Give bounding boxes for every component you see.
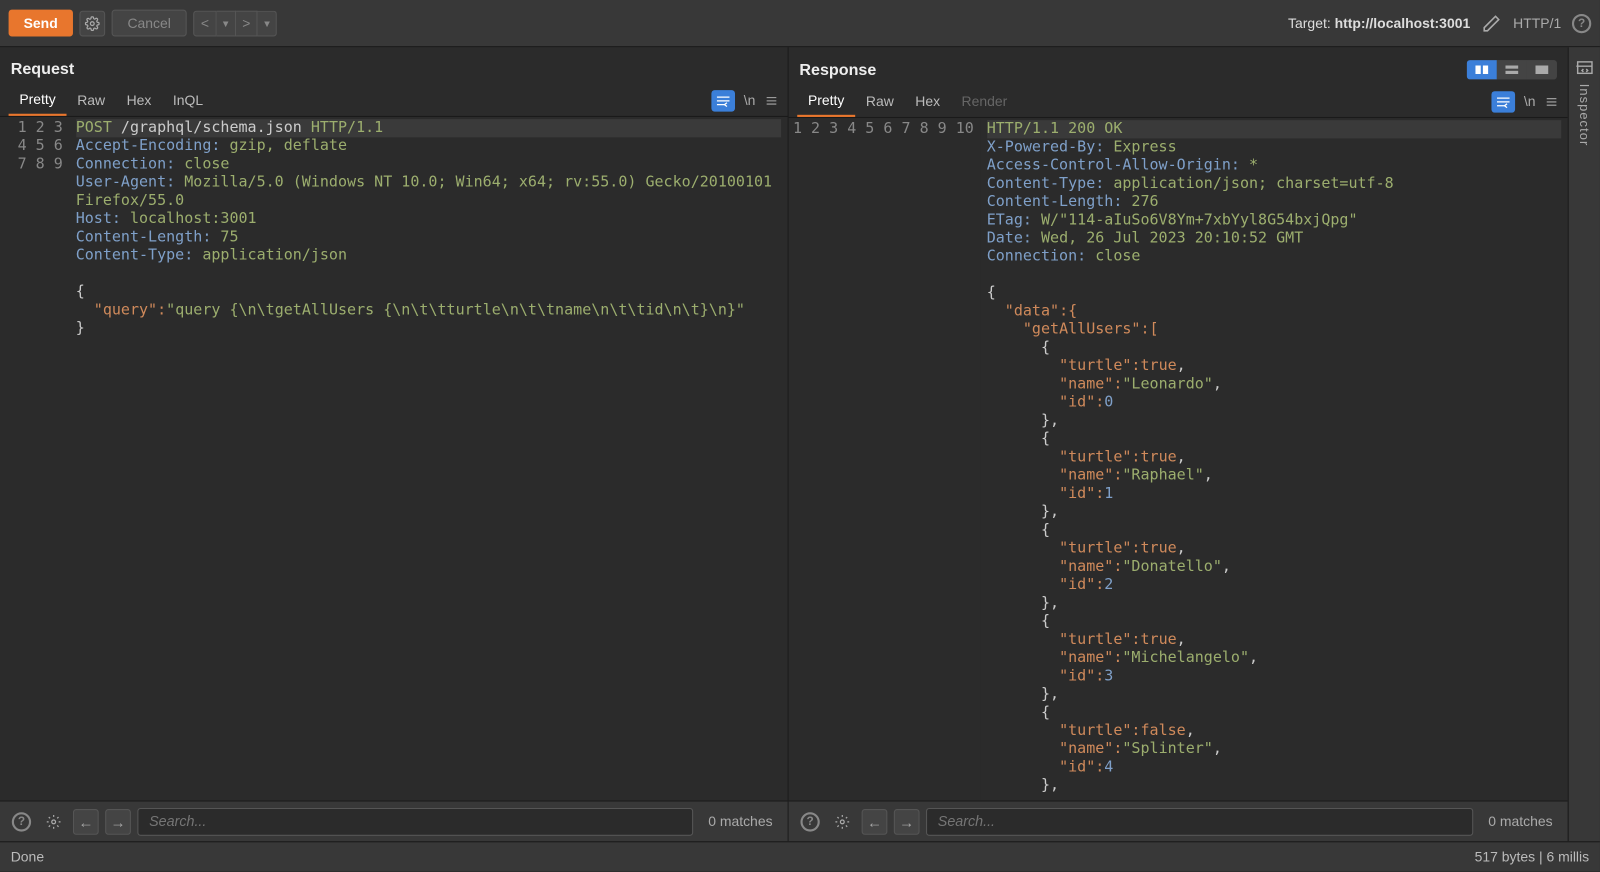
history-forward-button[interactable]: > <box>236 10 258 36</box>
edit-target-icon[interactable] <box>1481 12 1502 33</box>
request-match-count: 0 matches <box>708 813 772 829</box>
response-search-input[interactable] <box>926 807 1473 835</box>
request-title: Request <box>0 47 788 85</box>
status-left: Done <box>11 849 44 865</box>
help-icon[interactable]: ? <box>9 809 35 835</box>
history-nav: < ▼ > ▼ <box>193 10 277 36</box>
target-url: http://localhost:3001 <box>1335 15 1471 31</box>
request-search-row: ? ← → 0 matches <box>0 800 788 841</box>
target-prefix: Target: <box>1288 15 1335 31</box>
response-gutter: 1 2 3 4 5 6 7 8 9 10 <box>789 118 981 800</box>
inspector-toggle-icon[interactable] <box>1576 60 1593 75</box>
history-forward-dropdown[interactable]: ▼ <box>258 10 277 36</box>
response-match-count: 0 matches <box>1488 813 1552 829</box>
tab-pretty[interactable]: Pretty <box>9 85 67 116</box>
request-search-input[interactable] <box>137 807 693 835</box>
status-right: 517 bytes | 6 millis <box>1475 849 1589 865</box>
response-search-row: ? ← → 0 matches <box>789 800 1568 841</box>
layout-toggle <box>1467 60 1557 79</box>
toolbar-right: Target: http://localhost:3001 HTTP/1 ? <box>1288 12 1591 33</box>
history-back-button[interactable]: < <box>193 10 216 36</box>
search-prev-button[interactable]: ← <box>73 809 99 835</box>
tab-render[interactable]: Render <box>951 87 1018 116</box>
tab-raw[interactable]: Raw <box>66 86 115 115</box>
request-tabs: Pretty Raw Hex InQL \n <box>0 85 788 117</box>
request-code[interactable]: POST /graphql/schema.json HTTP/1.1 Accep… <box>69 117 787 801</box>
top-toolbar: Send Cancel < ▼ > ▼ Target: http://local… <box>0 0 1600 47</box>
editor-menu-icon[interactable] <box>764 94 779 107</box>
newline-indicator[interactable]: \n <box>744 92 756 108</box>
status-bar: Done 517 bytes | 6 millis <box>0 841 1600 871</box>
tab-raw[interactable]: Raw <box>855 87 904 116</box>
response-editor[interactable]: 1 2 3 4 5 6 7 8 9 10 HTTP/1.1 200 OK X-P… <box>789 118 1568 800</box>
response-pane: Response Pretty Raw Hex Render <box>789 47 1568 841</box>
search-next-button[interactable]: → <box>894 809 920 835</box>
main-split: Request Pretty Raw Hex InQL \n 1 2 3 4 5… <box>0 47 1600 841</box>
target-label: Target: http://localhost:3001 <box>1288 15 1470 31</box>
protocol-label[interactable]: HTTP/1 <box>1513 15 1561 31</box>
response-code[interactable]: HTTP/1.1 200 OK X-Powered-By: Express Ac… <box>980 118 1567 800</box>
layout-rows-icon[interactable] <box>1497 60 1527 79</box>
wrap-toggle-icon[interactable] <box>712 90 736 111</box>
search-prev-button[interactable]: ← <box>862 809 888 835</box>
tab-hex[interactable]: Hex <box>116 86 162 115</box>
inspector-label: Inspector <box>1577 84 1592 147</box>
tab-hex[interactable]: Hex <box>905 87 951 116</box>
send-button[interactable]: Send <box>9 10 73 37</box>
search-settings-icon[interactable] <box>41 809 67 835</box>
inspector-panel[interactable]: Inspector <box>1568 47 1600 841</box>
request-editor[interactable]: 1 2 3 4 5 6 7 8 9 POST /graphql/schema.j… <box>0 117 788 801</box>
search-next-button[interactable]: → <box>105 809 131 835</box>
response-title: Response <box>789 47 1568 86</box>
search-settings-icon[interactable] <box>829 809 855 835</box>
tab-inql[interactable]: InQL <box>162 86 214 115</box>
request-pane: Request Pretty Raw Hex InQL \n 1 2 3 4 5… <box>0 47 789 841</box>
request-gutter: 1 2 3 4 5 6 7 8 9 <box>0 117 69 801</box>
history-back-dropdown[interactable]: ▼ <box>217 10 236 36</box>
help-icon[interactable]: ? <box>797 809 823 835</box>
layout-single-icon[interactable] <box>1527 60 1557 79</box>
help-icon[interactable]: ? <box>1572 13 1591 32</box>
newline-indicator[interactable]: \n <box>1524 93 1536 109</box>
layout-columns-icon[interactable] <box>1467 60 1497 79</box>
tab-pretty[interactable]: Pretty <box>797 86 855 117</box>
response-tabs: Pretty Raw Hex Render \n <box>789 86 1568 118</box>
settings-icon[interactable] <box>79 10 105 36</box>
editor-menu-icon[interactable] <box>1544 95 1559 108</box>
cancel-button[interactable]: Cancel <box>111 10 187 37</box>
wrap-toggle-icon[interactable] <box>1492 91 1516 112</box>
